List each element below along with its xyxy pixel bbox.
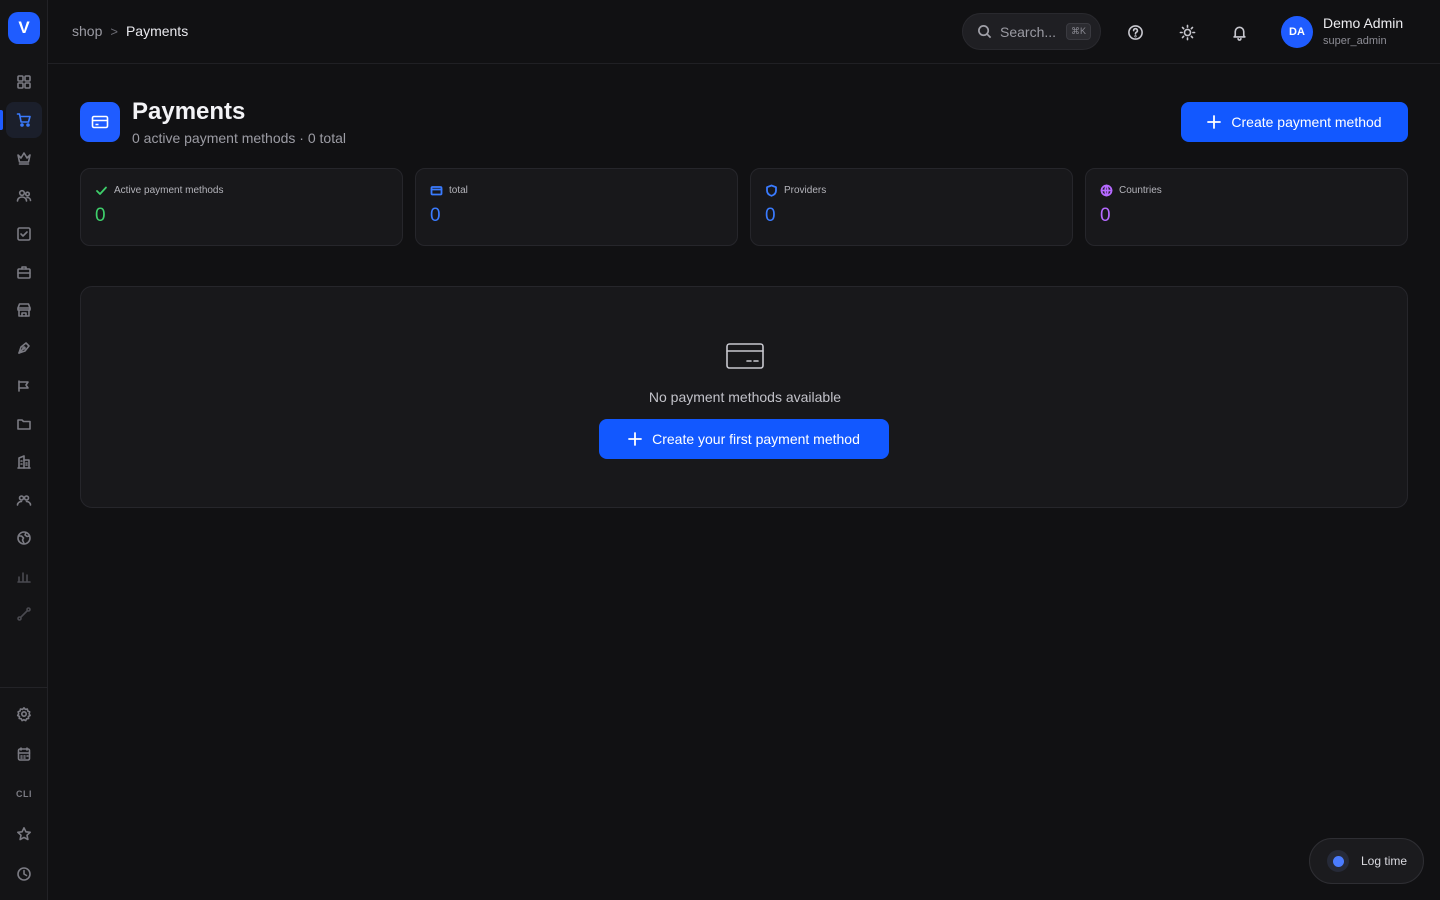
megaphone-icon[interactable]: [12, 374, 36, 398]
app-logo[interactable]: V: [8, 12, 40, 44]
log-time-label: Log time: [1361, 854, 1408, 868]
active-item-indicator: [0, 110, 3, 130]
user-role: super_admin: [1323, 35, 1387, 47]
store-icon[interactable]: [12, 298, 36, 322]
building-icon[interactable]: [12, 450, 36, 474]
stat-card-total: total 0: [415, 168, 738, 246]
page-subtitle: 0 active payment methods · 0 total: [132, 130, 346, 146]
check-icon: [96, 186, 107, 195]
calendar-icon[interactable]: [12, 742, 36, 766]
users-icon[interactable]: [12, 184, 36, 208]
empty-state-message: No payment methods available: [648, 389, 842, 405]
stat-label: total: [449, 185, 468, 196]
shopping-cart-icon[interactable]: [12, 108, 36, 132]
search-button[interactable]: Search... ⌘K: [962, 13, 1101, 50]
dashboard-icon[interactable]: [12, 70, 36, 94]
stat-card-active-methods: Active payment methods 0: [80, 168, 403, 246]
stat-value: 0: [430, 205, 441, 226]
timer-icon: [1327, 850, 1349, 872]
search-shortcut: ⌘K: [1066, 23, 1092, 40]
stat-label: Countries: [1119, 185, 1162, 196]
help-icon[interactable]: [1125, 22, 1145, 42]
settings-icon[interactable]: [12, 702, 36, 726]
stat-card-providers: Providers 0: [750, 168, 1073, 246]
credit-card-icon: [430, 186, 443, 196]
create-first-payment-method-label: Create your first payment method: [652, 431, 860, 447]
search-placeholder: Search...: [1000, 23, 1057, 40]
breadcrumb-separator: >: [110, 23, 118, 39]
theme-toggle-sun-icon[interactable]: [1177, 22, 1197, 42]
route-icon[interactable]: [12, 602, 36, 626]
page-title: Payments: [132, 98, 246, 125]
globe-icon: [1100, 184, 1113, 197]
checkbox-icon[interactable]: [12, 222, 36, 246]
pen-tool-icon[interactable]: [12, 336, 36, 360]
stat-label: Providers: [784, 185, 827, 196]
breadcrumb-shop-link[interactable]: shop: [72, 23, 102, 39]
create-payment-method-button[interactable]: Create payment method: [1181, 102, 1408, 142]
globe-icon[interactable]: [12, 526, 36, 550]
empty-state-panel: No payment methods available Create your…: [80, 286, 1408, 508]
user-name[interactable]: Demo Admin: [1323, 15, 1403, 31]
payments-card-icon: [80, 102, 120, 142]
breadcrumb-current: Payments: [125, 23, 189, 39]
shield-icon: [766, 184, 777, 197]
sidebar: V CLI: [0, 0, 48, 900]
plus-icon: [628, 432, 643, 446]
star-icon[interactable]: [12, 822, 36, 846]
top-header: shop > Payments Search... ⌘K DA Demo Adm…: [48, 0, 1440, 64]
folder-icon[interactable]: [12, 412, 36, 436]
avatar[interactable]: DA: [1281, 16, 1313, 48]
credit-card-icon: [725, 339, 765, 373]
breadcrumb: shop > Payments: [72, 23, 188, 39]
crown-icon[interactable]: [12, 146, 36, 170]
stat-label: Active payment methods: [114, 185, 224, 196]
stat-value: 0: [95, 205, 106, 226]
create-payment-method-label: Create payment method: [1231, 114, 1382, 130]
log-time-button[interactable]: Log time: [1309, 838, 1424, 884]
stat-card-countries: Countries 0: [1085, 168, 1408, 246]
team-icon[interactable]: [12, 488, 36, 512]
bar-chart-icon[interactable]: [12, 564, 36, 588]
stat-value: 0: [1100, 205, 1111, 226]
bell-icon[interactable]: [1229, 22, 1249, 42]
briefcase-icon[interactable]: [12, 260, 36, 284]
plus-icon: [1207, 115, 1222, 129]
sidebar-divider: [0, 687, 48, 688]
search-icon: [978, 25, 992, 39]
stat-value: 0: [765, 205, 776, 226]
clock-icon[interactable]: [12, 862, 36, 886]
cli-button[interactable]: CLI: [12, 782, 36, 806]
create-first-payment-method-button[interactable]: Create your first payment method: [599, 419, 889, 459]
